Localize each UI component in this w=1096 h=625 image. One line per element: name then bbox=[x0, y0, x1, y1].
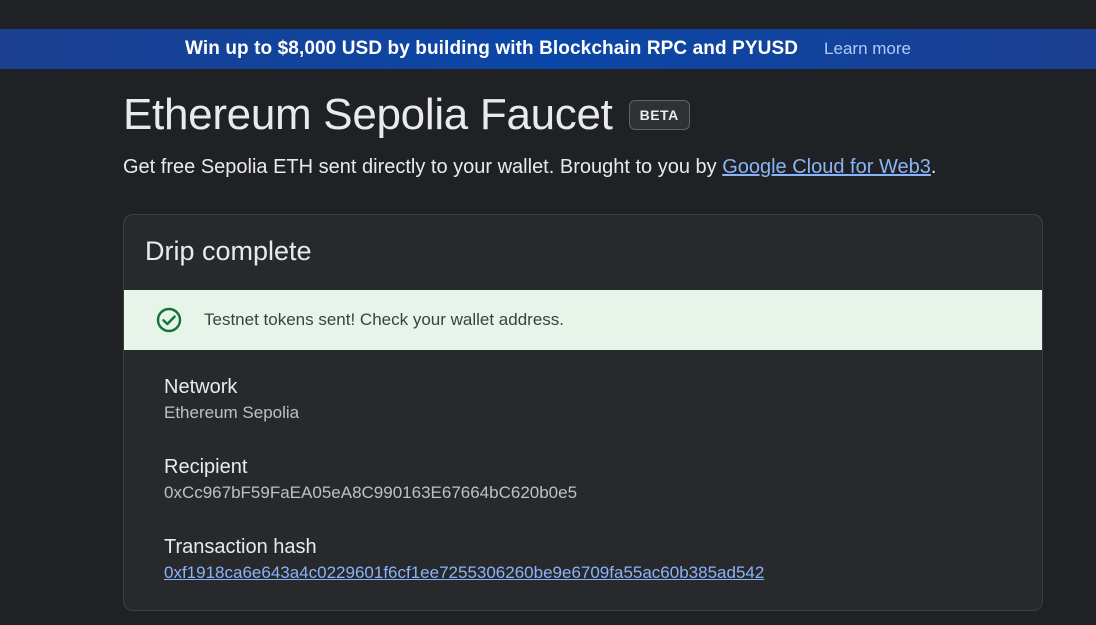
success-message: Testnet tokens sent! Check your wallet a… bbox=[204, 310, 565, 329]
transaction-label: Transaction hash bbox=[164, 536, 317, 558]
transaction-field: Transaction hash 0xf1918ca6e643a4c022960… bbox=[164, 536, 764, 583]
recipient-field: Recipient 0xCc967bF59FaEA05eA8C990163E67… bbox=[164, 456, 577, 503]
recipient-label: Recipient bbox=[164, 456, 248, 478]
page-title-row: Ethereum Sepolia Faucet BETA bbox=[123, 90, 690, 140]
top-gap bbox=[0, 0, 1096, 29]
subtitle-suffix: . bbox=[930, 156, 937, 178]
page-subtitle: Get free Sepolia ETH sent directly to yo… bbox=[123, 156, 936, 179]
card-title: Drip complete bbox=[145, 236, 312, 266]
subtitle-text: Get free Sepolia ETH sent directly to yo… bbox=[123, 156, 723, 178]
network-label: Network bbox=[164, 376, 238, 398]
google-cloud-web3-link[interactable]: Google Cloud for Web3 bbox=[722, 156, 931, 178]
promo-text: Win up to $8,000 USD by building with Bl… bbox=[185, 38, 799, 59]
network-field: Network Ethereum Sepolia bbox=[164, 376, 299, 423]
promo-banner: Win up to $8,000 USD by building with Bl… bbox=[0, 29, 1096, 69]
beta-badge: BETA bbox=[628, 100, 690, 130]
recipient-value: 0xCc967bF59FaEA05eA8C990163E67664bC620b0… bbox=[164, 483, 578, 502]
drip-result-card: Drip complete Testnet tokens sent! Check… bbox=[123, 214, 1043, 611]
transaction-hash-link[interactable]: 0xf1918ca6e643a4c0229601f6cf1ee725530626… bbox=[164, 563, 764, 582]
network-value: Ethereum Sepolia bbox=[164, 403, 300, 422]
learn-more-link[interactable]: Learn more bbox=[824, 39, 911, 59]
page-title: Ethereum Sepolia Faucet bbox=[123, 90, 613, 139]
success-alert: Testnet tokens sent! Check your wallet a… bbox=[124, 290, 1042, 350]
check-circle-icon bbox=[156, 307, 182, 333]
